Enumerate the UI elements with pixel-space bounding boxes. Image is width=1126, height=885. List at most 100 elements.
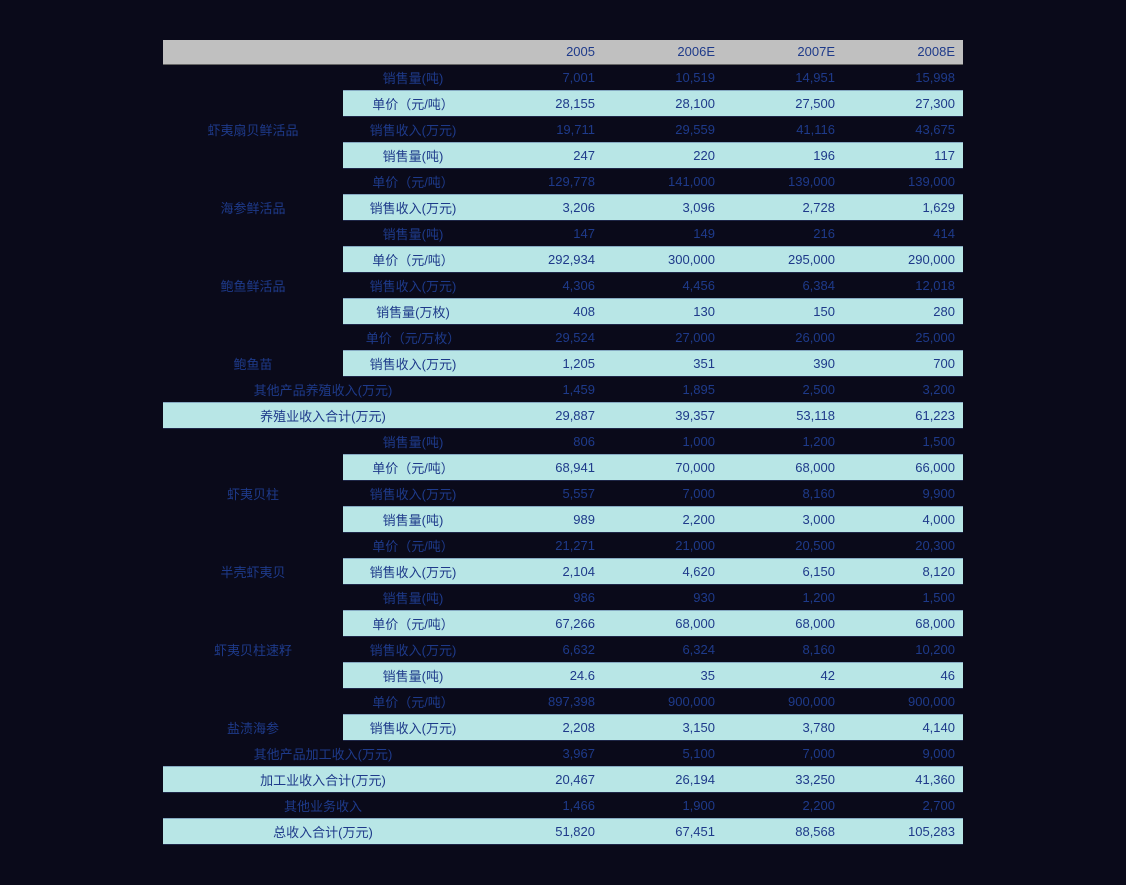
metric-label: 销售收入(万元) <box>343 714 483 740</box>
value-cell: 5,557 <box>483 480 603 506</box>
category-label <box>163 298 343 324</box>
value-cell: 28,100 <box>603 90 723 116</box>
category-label: 总收入合计(万元) <box>163 818 483 844</box>
value-cell: 8,160 <box>723 636 843 662</box>
value-cell: 53,118 <box>723 402 843 428</box>
table-row: 鲍鱼苗销售收入(万元)1,205351390700 <box>163 350 963 376</box>
table-row: 单价（元/吨）129,778141,000139,000139,000 <box>163 168 963 194</box>
metric-label: 单价（元/吨） <box>343 688 483 714</box>
value-cell: 2,728 <box>723 194 843 220</box>
value-cell: 7,001 <box>483 64 603 90</box>
value-cell: 196 <box>723 142 843 168</box>
value-cell: 292,934 <box>483 246 603 272</box>
value-cell: 141,000 <box>603 168 723 194</box>
value-cell: 2,500 <box>723 376 843 402</box>
value-cell: 3,150 <box>603 714 723 740</box>
value-cell: 46 <box>843 662 963 688</box>
value-cell: 300,000 <box>603 246 723 272</box>
metric-label: 销售收入(万元) <box>343 636 483 662</box>
table-row: 盐渍海参销售收入(万元)2,2083,1503,7804,140 <box>163 714 963 740</box>
metric-label: 销售收入(万元) <box>343 272 483 298</box>
metric-label: 销售量(吨) <box>343 506 483 532</box>
value-cell: 900,000 <box>603 688 723 714</box>
value-cell: 68,000 <box>843 610 963 636</box>
value-cell: 28,155 <box>483 90 603 116</box>
value-cell: 414 <box>843 220 963 246</box>
value-cell: 8,160 <box>723 480 843 506</box>
table-row: 单价（元/吨）68,94170,00068,00066,000 <box>163 454 963 480</box>
metric-label: 销售量(吨) <box>343 584 483 610</box>
value-cell: 220 <box>603 142 723 168</box>
table-row: 其他业务收入1,4661,9002,2002,700 <box>163 792 963 818</box>
value-cell: 147 <box>483 220 603 246</box>
table-row: 单价（元/吨）292,934300,000295,000290,000 <box>163 246 963 272</box>
value-cell: 33,250 <box>723 766 843 792</box>
metric-label: 销售量(吨) <box>343 64 483 90</box>
category-label <box>163 688 343 714</box>
value-cell: 1,629 <box>843 194 963 220</box>
table-row: 单价（元/吨）21,27121,00020,50020,300 <box>163 532 963 558</box>
table-row: 销售量(吨)8061,0001,2001,500 <box>163 428 963 454</box>
table-row: 销售量(吨)247220196117 <box>163 142 963 168</box>
category-label <box>163 64 343 90</box>
metric-label: 销售收入(万元) <box>343 350 483 376</box>
value-cell: 117 <box>843 142 963 168</box>
value-cell: 7,000 <box>723 740 843 766</box>
table-row: 销售量(吨)9892,2003,0004,000 <box>163 506 963 532</box>
table-row: 销售量(吨)9869301,2001,500 <box>163 584 963 610</box>
value-cell: 3,200 <box>843 376 963 402</box>
value-cell: 26,000 <box>723 324 843 350</box>
table-row: 养殖业收入合计(万元)29,88739,35753,11861,223 <box>163 402 963 428</box>
value-cell: 29,887 <box>483 402 603 428</box>
metric-label: 单价（元/吨） <box>343 246 483 272</box>
table-row: 鲍鱼鲜活品销售收入(万元)4,3064,4566,38412,018 <box>163 272 963 298</box>
value-cell: 139,000 <box>723 168 843 194</box>
value-cell: 21,271 <box>483 532 603 558</box>
table-row: 其他产品加工收入(万元)3,9675,1007,0009,000 <box>163 740 963 766</box>
value-cell: 1,205 <box>483 350 603 376</box>
category-label <box>163 168 343 194</box>
value-cell: 67,266 <box>483 610 603 636</box>
value-cell: 150 <box>723 298 843 324</box>
value-cell: 900,000 <box>843 688 963 714</box>
value-cell: 2,200 <box>603 506 723 532</box>
metric-label: 销售量(吨) <box>343 662 483 688</box>
value-cell: 51,820 <box>483 818 603 844</box>
value-cell: 3,206 <box>483 194 603 220</box>
value-cell: 39,357 <box>603 402 723 428</box>
value-cell: 1,200 <box>723 584 843 610</box>
value-cell: 9,000 <box>843 740 963 766</box>
category-label: 鲍鱼苗 <box>163 350 343 376</box>
category-label <box>163 90 343 116</box>
value-cell: 1,900 <box>603 792 723 818</box>
category-label: 盐渍海参 <box>163 714 343 740</box>
value-cell: 3,000 <box>723 506 843 532</box>
category-label <box>163 532 343 558</box>
value-cell: 10,519 <box>603 64 723 90</box>
category-label: 半壳虾夷贝 <box>163 558 343 584</box>
metric-label: 单价（元/吨） <box>343 168 483 194</box>
value-cell: 139,000 <box>843 168 963 194</box>
value-cell: 35 <box>603 662 723 688</box>
value-cell: 1,466 <box>483 792 603 818</box>
value-cell: 15,998 <box>843 64 963 90</box>
category-label <box>163 584 343 610</box>
table-row: 单价（元/万枚）29,52427,00026,00025,000 <box>163 324 963 350</box>
category-label: 其他业务收入 <box>163 792 483 818</box>
value-cell: 21,000 <box>603 532 723 558</box>
value-cell: 3,780 <box>723 714 843 740</box>
value-cell: 1,500 <box>843 584 963 610</box>
category-label: 虾夷扇贝鲜活品 <box>163 116 343 142</box>
value-cell: 216 <box>723 220 843 246</box>
table-row: 虾夷贝柱速籽销售收入(万元)6,6326,3248,16010,200 <box>163 636 963 662</box>
value-cell: 66,000 <box>843 454 963 480</box>
value-cell: 27,500 <box>723 90 843 116</box>
table-row: 其他产品养殖收入(万元)1,4591,8952,5003,200 <box>163 376 963 402</box>
metric-label: 销售收入(万元) <box>343 558 483 584</box>
table-row: 销售量(万枚)408130150280 <box>163 298 963 324</box>
financial-table: 2005 2006E 2007E 2008E 销售量(吨)7,00110,519… <box>163 40 963 845</box>
value-cell: 29,524 <box>483 324 603 350</box>
value-cell: 1,895 <box>603 376 723 402</box>
category-label: 海参鲜活品 <box>163 194 343 220</box>
metric-label: 单价（元/吨） <box>343 454 483 480</box>
